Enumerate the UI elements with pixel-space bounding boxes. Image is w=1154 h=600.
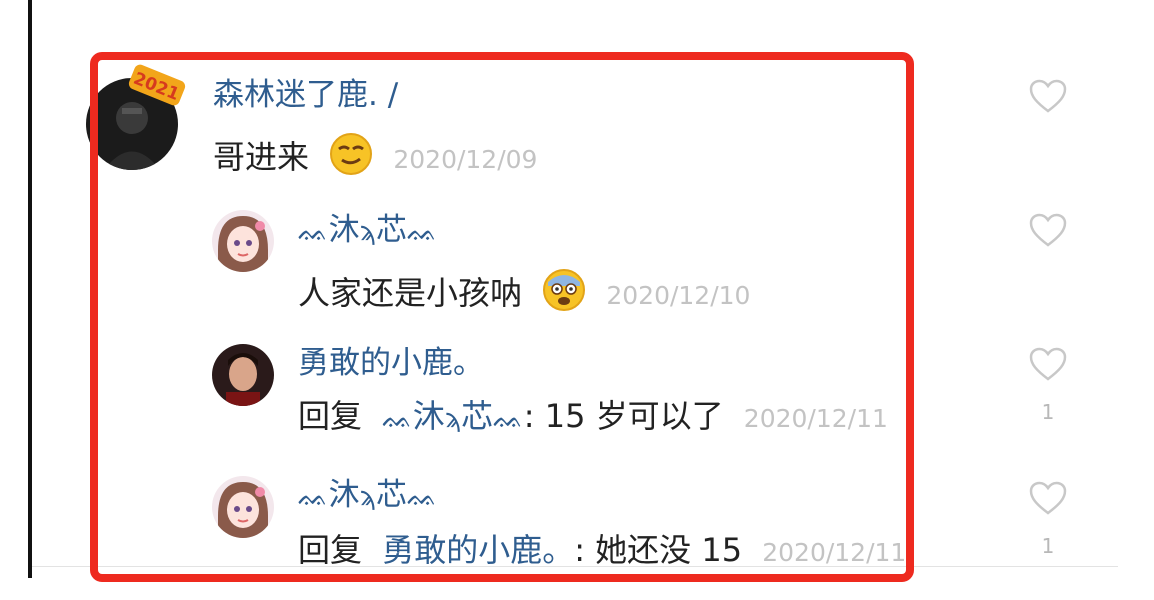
avatar[interactable]	[212, 344, 274, 406]
smug-face-icon	[329, 132, 373, 181]
heart-icon[interactable]	[1028, 346, 1068, 386]
scared-face-icon	[542, 268, 586, 317]
comment-text: 人家还是小孩呐 2020/12/10	[298, 268, 750, 317]
comment-body: : 她还没 15	[574, 531, 743, 569]
comment-text: 哥进来 2020/12/09	[213, 132, 537, 181]
page-divider	[28, 0, 32, 578]
comment-body: : 15 岁可以了	[523, 397, 724, 435]
comment-date: 2020/12/10	[606, 281, 751, 310]
comment-text: 回复 ᨐ沐ϡ芯ᨐ: 15 岁可以了 2020/12/11	[298, 400, 888, 432]
flourish-mid: ϡ	[359, 217, 376, 247]
like-count: 1	[1041, 534, 1055, 558]
comment-text: 回复 勇敢的小鹿。: 她还没 15 2020/12/11	[298, 534, 906, 566]
username[interactable]: ᨐ沐ϡ芯ᨐ	[298, 215, 438, 246]
reply-prefix: 回复	[298, 397, 363, 435]
like-count: 1	[1041, 400, 1055, 424]
comment-date: 2020/12/11	[762, 538, 907, 567]
avatar[interactable]	[212, 210, 274, 272]
heart-icon[interactable]	[1028, 212, 1068, 252]
comment-date: 2020/12/11	[743, 404, 888, 433]
flourish-right: ᨐ	[406, 482, 438, 512]
username[interactable]: 森林迷了鹿. /	[213, 80, 398, 111]
comment-date: 2020/12/09	[393, 145, 538, 174]
reply-mention[interactable]: 勇敢的小鹿。	[382, 531, 574, 569]
flourish-mid: ϡ	[359, 482, 376, 512]
flourish-right: ᨐ	[406, 217, 438, 247]
comment-body: 人家还是小孩呐	[298, 274, 523, 312]
heart-icon[interactable]	[1028, 78, 1068, 118]
comment-body: 哥进来	[213, 138, 310, 176]
reply-prefix: 回复	[298, 531, 363, 569]
flourish-left: ᨐ	[298, 217, 329, 247]
flourish-left: ᨐ	[298, 482, 329, 512]
flourish-right: ᨐ	[493, 404, 524, 434]
heart-icon[interactable]	[1028, 480, 1068, 520]
reply-mention[interactable]: ᨐ沐ϡ芯ᨐ	[382, 397, 524, 435]
avatar[interactable]	[212, 476, 274, 538]
flourish-left: ᨐ	[382, 404, 413, 434]
username[interactable]: ᨐ沐ϡ芯ᨐ	[298, 480, 438, 511]
flourish-mid: ϡ	[444, 404, 462, 434]
username[interactable]: 勇敢的小鹿。	[298, 348, 484, 379]
